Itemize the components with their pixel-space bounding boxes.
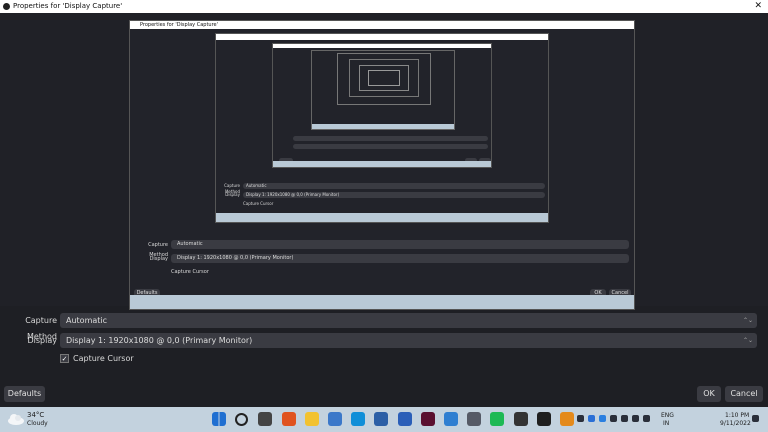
l-app-icon[interactable] <box>351 412 366 426</box>
nested-capture-method-field: Automatic <box>243 183 545 189</box>
language-region: IN <box>663 420 670 427</box>
nested-display-label: Display <box>225 192 240 197</box>
windows-taskbar: 34°C Cloudy ENG IN 1:10 PM 9/11/2022 <box>0 407 768 432</box>
nested-display-field: Display 1: 1920x1080 @ 0,0 (Primary Moni… <box>243 192 545 198</box>
preview-capture-method-field: Automatic <box>171 240 629 249</box>
display-row: Display Display 1: 1920x1080 @ 0,0 (Prim… <box>0 333 768 349</box>
capture-method-select[interactable]: Automatic ⌃⌄ <box>60 313 757 328</box>
ok-button[interactable]: OK <box>697 386 721 402</box>
vlc-icon[interactable] <box>560 412 574 426</box>
cancel-button[interactable]: Cancel <box>725 386 763 402</box>
capture-cursor-checkbox[interactable]: ✓ <box>60 354 69 363</box>
preview-display-label: Display <box>149 256 168 262</box>
task-view-icon[interactable] <box>258 412 273 426</box>
notification-icon[interactable] <box>752 415 759 422</box>
obs-icon[interactable] <box>536 412 551 426</box>
n-app-icon[interactable] <box>444 412 458 426</box>
weather-temp: 34°C <box>27 411 45 419</box>
window-titlebar: Properties for 'Display Capture' ✕ <box>0 0 768 13</box>
volume-icon[interactable] <box>632 415 639 422</box>
preview-nested-window-level2: Capture Method Automatic Display Display… <box>215 33 549 223</box>
defaults-button[interactable]: Defaults <box>4 386 45 402</box>
cloud-icon <box>8 414 24 425</box>
source-preview: Properties for 'Display Capture' Capture… <box>0 13 768 310</box>
clock-date: 9/11/2022 <box>720 420 751 427</box>
language-indicator[interactable]: ENG <box>661 412 674 419</box>
settings-icon[interactable] <box>467 412 482 426</box>
weather-desc: Cloudy <box>27 420 48 427</box>
chevron-updown-icon: ⌃⌄ <box>742 337 753 344</box>
close-button[interactable]: ✕ <box>754 0 762 13</box>
obs-icon <box>3 3 10 10</box>
display-select[interactable]: Display 1: 1920x1080 @ 0,0 (Primary Moni… <box>60 333 757 348</box>
brave-browser-icon[interactable] <box>281 412 296 426</box>
preview-nested-window-level3 <box>272 43 492 168</box>
wifi-icon[interactable] <box>621 415 628 422</box>
preview-nested-window: Properties for 'Display Capture' Capture… <box>129 20 635 310</box>
adobe-app-icon[interactable] <box>420 412 435 426</box>
nested-window-title: Properties for 'Display Capture' <box>140 22 218 28</box>
chevron-updown-icon: ⌃⌄ <box>742 317 753 324</box>
preview-display-field: Display 1: 1920x1080 @ 0,0 (Primary Moni… <box>171 254 629 263</box>
preview-capture-cursor-label: Capture Cursor <box>171 269 209 275</box>
word-icon[interactable] <box>397 412 412 426</box>
terminal-icon[interactable] <box>513 412 528 426</box>
photos-icon[interactable] <box>374 412 389 426</box>
capture-cursor-label: Capture Cursor <box>73 354 134 363</box>
capture-method-value: Automatic <box>66 316 108 325</box>
app-tray-icon[interactable] <box>610 415 617 422</box>
windows-start-icon[interactable] <box>212 412 226 426</box>
chevron-up-icon[interactable] <box>577 415 584 422</box>
window-title: Properties for 'Display Capture' <box>13 2 123 10</box>
dropbox-icon[interactable] <box>599 415 606 422</box>
bluetooth-icon[interactable] <box>588 415 595 422</box>
battery-icon[interactable] <box>643 415 650 422</box>
clock-time[interactable]: 1:10 PM <box>725 412 749 419</box>
file-explorer-icon[interactable] <box>304 412 319 426</box>
spotify-icon[interactable] <box>490 412 505 426</box>
nested-capture-cursor-label: Capture Cursor <box>243 201 274 206</box>
notepad-icon[interactable] <box>328 412 342 426</box>
capture-method-row: Capture Method Automatic ⌃⌄ <box>0 313 768 341</box>
display-label: Display <box>27 336 58 345</box>
search-icon[interactable] <box>235 413 249 426</box>
display-value: Display 1: 1920x1080 @ 0,0 (Primary Moni… <box>66 336 253 345</box>
